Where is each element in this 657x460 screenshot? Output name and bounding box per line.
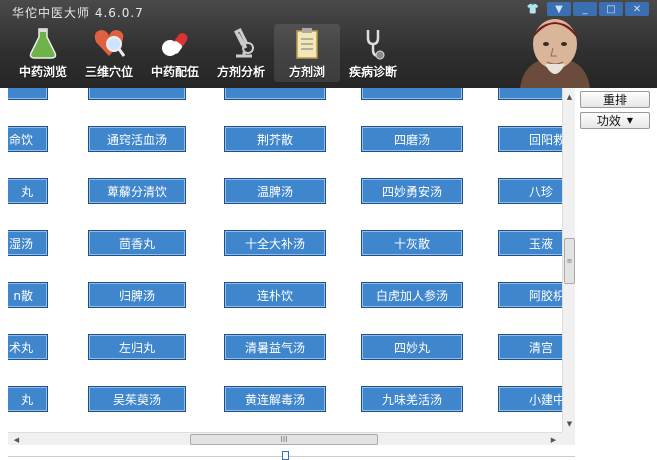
- heart-magnifier-icon: [94, 30, 126, 57]
- formula-cell[interactable]: 吴茱萸汤: [88, 386, 186, 412]
- scroll-right-icon[interactable]: ▶: [547, 433, 560, 446]
- formula-cell[interactable]: 四磨汤: [361, 126, 463, 152]
- formula-cell[interactable]: [498, 88, 562, 100]
- formula-cell[interactable]: 温脾汤: [224, 178, 326, 204]
- chevron-down-icon: ▼: [626, 116, 634, 125]
- formula-cell[interactable]: 清暑益气汤: [224, 334, 326, 360]
- toolbar-item-label: 疾病诊断: [348, 65, 397, 79]
- stethoscope-icon: [366, 30, 385, 60]
- pills-icon: [162, 33, 188, 56]
- app-window: 华佗中医大师 4.6.0.7 👕 ▼ _ □ ✕ 中药浏览 三维穴位 中药配伍 方剂分析 方剂浏…: [0, 0, 657, 460]
- formula-cell[interactable]: 丸: [8, 386, 48, 412]
- toolbar-item-5[interactable]: 疾病诊断: [340, 24, 406, 82]
- formula-cell[interactable]: 九味羌活汤: [361, 386, 463, 412]
- formula-cell[interactable]: 小建中: [498, 386, 562, 412]
- formula-cell[interactable]: 十全大补汤: [224, 230, 326, 256]
- vertical-scrollbar[interactable]: ▲ ≡ ▼: [562, 88, 575, 432]
- formula-cell[interactable]: 四妙丸: [361, 334, 463, 360]
- formula-cell[interactable]: 湿汤: [8, 230, 48, 256]
- reorder-label: 重排: [602, 93, 627, 107]
- efficacy-dropdown[interactable]: 功效 ▼: [580, 112, 650, 129]
- formula-cell[interactable]: 丸: [8, 178, 48, 204]
- toolbar-item-0[interactable]: 中药浏览: [10, 24, 76, 82]
- formula-cell[interactable]: 玉液: [498, 230, 562, 256]
- formula-cell[interactable]: 清宫: [498, 334, 562, 360]
- close-icon[interactable]: ✕: [625, 2, 649, 16]
- formula-cell[interactable]: [88, 88, 186, 100]
- clipboard-icon: [296, 28, 318, 59]
- formula-cell[interactable]: 萆薢分清饮: [88, 178, 186, 204]
- app-title: 华佗中医大师 4.6.0.7: [12, 6, 144, 20]
- divider: [8, 456, 575, 457]
- formula-cell[interactable]: 八珍: [498, 178, 562, 204]
- splitter-handle[interactable]: [282, 451, 289, 460]
- toolbar-item-4[interactable]: 方剂浏: [274, 24, 340, 82]
- maximize-icon[interactable]: □: [599, 2, 623, 16]
- formula-cell[interactable]: 归脾汤: [88, 282, 186, 308]
- scroll-left-icon[interactable]: ◀: [10, 433, 23, 446]
- formula-cell[interactable]: 术丸: [8, 334, 48, 360]
- toolbar-item-1[interactable]: 三维穴位: [76, 24, 142, 82]
- formula-cell[interactable]: 回阳救: [498, 126, 562, 152]
- toolbar-item-2[interactable]: 中药配伍: [142, 24, 208, 82]
- horizontal-scrollbar[interactable]: ◀ III ▶: [8, 432, 562, 445]
- efficacy-label: 功效: [596, 114, 621, 128]
- scroll-corner: [562, 432, 575, 445]
- scroll-up-icon[interactable]: ▲: [563, 90, 576, 103]
- formula-cell[interactable]: 黄连解毒汤: [224, 386, 326, 412]
- formula-grid: 命饮 通窍活血汤 荆芥散 四磨汤 回阳救丸 萆薢分清饮 温脾汤 四妙勇安汤 八珍湿汤 茴香丸 十全大…: [8, 88, 562, 432]
- toolbar-item-label: 中药浏览: [18, 65, 67, 79]
- formula-cell[interactable]: 荆芥散: [224, 126, 326, 152]
- main-toolbar: 中药浏览 三维穴位 中药配伍 方剂分析 方剂浏 疾病诊断: [10, 24, 406, 82]
- formula-cell[interactable]: 茴香丸: [88, 230, 186, 256]
- formula-cell[interactable]: [8, 88, 48, 100]
- formula-cell[interactable]: 命饮: [8, 126, 48, 152]
- vertical-scroll-thumb[interactable]: ≡: [564, 238, 575, 284]
- toolbar-item-label: 方剂浏: [288, 65, 325, 79]
- formula-cell[interactable]: [224, 88, 326, 100]
- microscope-icon: [233, 27, 254, 58]
- reorder-button[interactable]: 重排: [580, 91, 650, 108]
- title-toolbar-bar: 华佗中医大师 4.6.0.7 👕 ▼ _ □ ✕ 中药浏览 三维穴位 中药配伍 方剂分析 方剂浏…: [0, 0, 657, 88]
- doctor-avatar: [520, 19, 590, 88]
- scroll-down-icon[interactable]: ▼: [563, 417, 576, 430]
- toolbar-item-label: 方剂分析: [216, 65, 265, 79]
- horizontal-scroll-thumb[interactable]: III: [190, 434, 378, 445]
- toolbar-item-label: 中药配伍: [150, 65, 199, 79]
- toolbar-item-3[interactable]: 方剂分析: [208, 24, 274, 82]
- formula-cell[interactable]: 十灰散: [361, 230, 463, 256]
- formula-cell[interactable]: [361, 88, 463, 100]
- formula-cell[interactable]: 通窍活血汤: [88, 126, 186, 152]
- formula-cell[interactable]: 阿胶枳: [498, 282, 562, 308]
- formula-cell[interactable]: 连朴饮: [224, 282, 326, 308]
- toolbar-item-label: 三维穴位: [84, 65, 133, 79]
- flask-icon: [29, 28, 57, 59]
- formula-cell[interactable]: 左归丸: [88, 334, 186, 360]
- formula-cell[interactable]: n散: [8, 282, 48, 308]
- formula-cell[interactable]: 四妙勇安汤: [361, 178, 463, 204]
- formula-cell[interactable]: 白虎加人参汤: [361, 282, 463, 308]
